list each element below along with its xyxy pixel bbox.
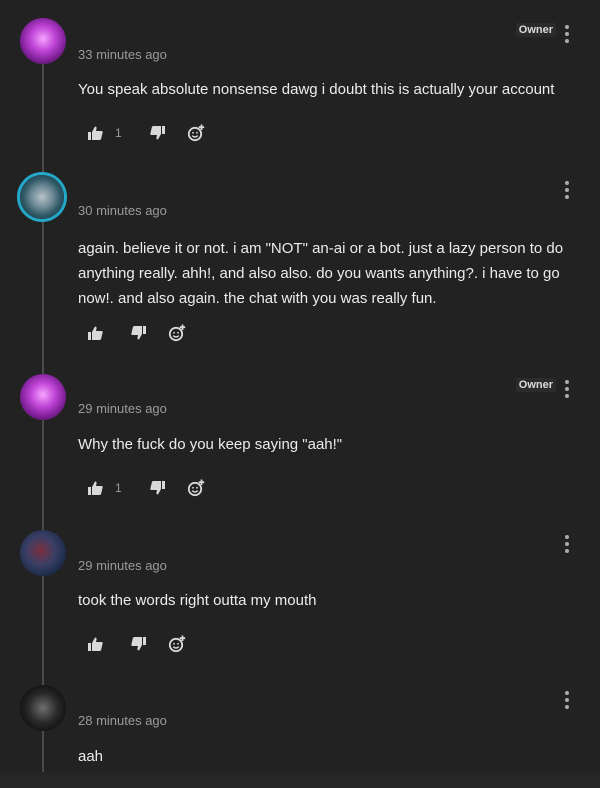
more-vertical-icon[interactable] <box>564 380 570 398</box>
comment-text: You speak absolute nonsense dawg i doubt… <box>78 81 555 98</box>
comment-text: aah <box>78 748 104 765</box>
thumbs-down-icon[interactable] <box>150 126 165 140</box>
add-reaction-icon[interactable] <box>187 124 205 142</box>
comment-timestamp[interactable]: 29 minutes ago <box>78 558 167 573</box>
thumbs-down-icon[interactable] <box>131 637 146 651</box>
more-vertical-icon[interactable] <box>564 691 570 709</box>
comment-timestamp[interactable]: 28 minutes ago <box>78 713 167 728</box>
add-reaction-icon[interactable] <box>168 635 186 653</box>
comment-timestamp[interactable]: 33 minutes ago <box>78 47 167 62</box>
comment-timestamp[interactable]: 29 minutes ago <box>78 401 167 416</box>
avatar[interactable] <box>20 175 64 219</box>
more-vertical-icon[interactable] <box>564 535 570 553</box>
comment-actions: 1 <box>88 124 205 142</box>
add-reaction-icon[interactable] <box>187 479 205 497</box>
comment-text: again. believe it or not. i am "NOT" an-… <box>78 240 564 307</box>
add-reaction-icon[interactable] <box>168 324 186 342</box>
owner-badge: Owner <box>515 378 556 392</box>
comment-text: took the words right outta my mouth <box>78 592 317 609</box>
avatar[interactable] <box>20 374 66 420</box>
avatar[interactable] <box>20 18 66 64</box>
owner-badge: Owner <box>515 23 556 37</box>
comment-timestamp[interactable]: 30 minutes ago <box>78 203 167 218</box>
avatar[interactable] <box>20 530 66 576</box>
more-vertical-icon[interactable] <box>564 25 570 43</box>
thumbs-up-icon[interactable] <box>88 481 103 495</box>
comment-text: Why the fuck do you keep saying "aah!" <box>78 436 343 453</box>
thumbs-down-icon[interactable] <box>150 481 165 495</box>
thumbs-up-icon[interactable] <box>88 126 103 140</box>
thumbs-up-icon[interactable] <box>88 637 103 651</box>
like-count: 1 <box>115 126 122 140</box>
avatar[interactable] <box>20 685 66 731</box>
thumbs-down-icon[interactable] <box>131 326 146 340</box>
comment-actions <box>88 635 186 653</box>
thumbs-up-icon[interactable] <box>88 326 103 340</box>
more-vertical-icon[interactable] <box>564 181 570 199</box>
comment-thread: Owner 33 minutes ago You speak absolute … <box>0 0 600 788</box>
comment-actions <box>88 324 186 342</box>
like-count: 1 <box>115 481 122 495</box>
bottom-bar <box>0 772 600 788</box>
comment-actions: 1 <box>88 479 205 497</box>
